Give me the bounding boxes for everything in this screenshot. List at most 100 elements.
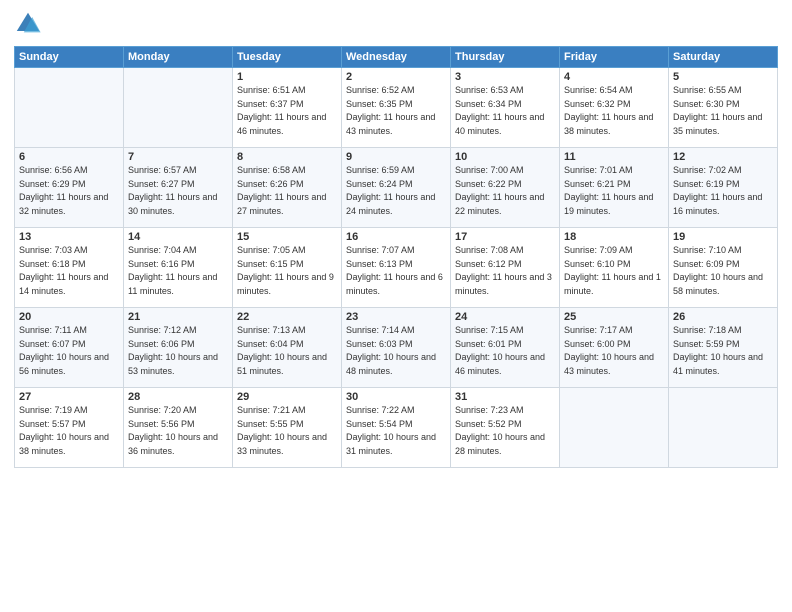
- calendar-week-row: 1Sunrise: 6:51 AM Sunset: 6:37 PM Daylig…: [15, 68, 778, 148]
- calendar-cell: 29Sunrise: 7:21 AM Sunset: 5:55 PM Dayli…: [233, 388, 342, 468]
- calendar-cell: 27Sunrise: 7:19 AM Sunset: 5:57 PM Dayli…: [15, 388, 124, 468]
- calendar-week-row: 13Sunrise: 7:03 AM Sunset: 6:18 PM Dayli…: [15, 228, 778, 308]
- weekday-header-row: SundayMondayTuesdayWednesdayThursdayFrid…: [15, 47, 778, 68]
- calendar-cell: 21Sunrise: 7:12 AM Sunset: 6:06 PM Dayli…: [124, 308, 233, 388]
- day-number: 17: [455, 231, 555, 243]
- header: [14, 10, 778, 38]
- day-number: 19: [673, 231, 773, 243]
- calendar-cell: 28Sunrise: 7:20 AM Sunset: 5:56 PM Dayli…: [124, 388, 233, 468]
- calendar-cell: 6Sunrise: 6:56 AM Sunset: 6:29 PM Daylig…: [15, 148, 124, 228]
- calendar-cell: 25Sunrise: 7:17 AM Sunset: 6:00 PM Dayli…: [560, 308, 669, 388]
- day-number: 25: [564, 311, 664, 323]
- day-number: 29: [237, 391, 337, 403]
- calendar-cell: [669, 388, 778, 468]
- day-info: Sunrise: 7:09 AM Sunset: 6:10 PM Dayligh…: [564, 244, 664, 298]
- day-number: 7: [128, 151, 228, 163]
- calendar-week-row: 27Sunrise: 7:19 AM Sunset: 5:57 PM Dayli…: [15, 388, 778, 468]
- day-info: Sunrise: 7:15 AM Sunset: 6:01 PM Dayligh…: [455, 324, 555, 378]
- calendar-cell: 9Sunrise: 6:59 AM Sunset: 6:24 PM Daylig…: [342, 148, 451, 228]
- calendar-cell: 23Sunrise: 7:14 AM Sunset: 6:03 PM Dayli…: [342, 308, 451, 388]
- calendar-cell: 18Sunrise: 7:09 AM Sunset: 6:10 PM Dayli…: [560, 228, 669, 308]
- calendar-cell: 11Sunrise: 7:01 AM Sunset: 6:21 PM Dayli…: [560, 148, 669, 228]
- calendar-cell: 19Sunrise: 7:10 AM Sunset: 6:09 PM Dayli…: [669, 228, 778, 308]
- day-info: Sunrise: 7:01 AM Sunset: 6:21 PM Dayligh…: [564, 164, 664, 218]
- weekday-header: Tuesday: [233, 47, 342, 68]
- day-number: 16: [346, 231, 446, 243]
- day-number: 24: [455, 311, 555, 323]
- day-number: 18: [564, 231, 664, 243]
- day-number: 9: [346, 151, 446, 163]
- day-number: 10: [455, 151, 555, 163]
- weekday-header: Thursday: [451, 47, 560, 68]
- day-number: 14: [128, 231, 228, 243]
- day-number: 4: [564, 71, 664, 83]
- calendar-cell: 14Sunrise: 7:04 AM Sunset: 6:16 PM Dayli…: [124, 228, 233, 308]
- calendar-cell: [560, 388, 669, 468]
- day-number: 11: [564, 151, 664, 163]
- day-info: Sunrise: 7:17 AM Sunset: 6:00 PM Dayligh…: [564, 324, 664, 378]
- day-info: Sunrise: 6:59 AM Sunset: 6:24 PM Dayligh…: [346, 164, 446, 218]
- day-number: 8: [237, 151, 337, 163]
- day-number: 28: [128, 391, 228, 403]
- calendar-header: SundayMondayTuesdayWednesdayThursdayFrid…: [15, 47, 778, 68]
- day-number: 27: [19, 391, 119, 403]
- day-info: Sunrise: 7:08 AM Sunset: 6:12 PM Dayligh…: [455, 244, 555, 298]
- day-info: Sunrise: 7:07 AM Sunset: 6:13 PM Dayligh…: [346, 244, 446, 298]
- calendar-cell: 24Sunrise: 7:15 AM Sunset: 6:01 PM Dayli…: [451, 308, 560, 388]
- calendar-cell: 22Sunrise: 7:13 AM Sunset: 6:04 PM Dayli…: [233, 308, 342, 388]
- day-info: Sunrise: 7:10 AM Sunset: 6:09 PM Dayligh…: [673, 244, 773, 298]
- day-info: Sunrise: 6:57 AM Sunset: 6:27 PM Dayligh…: [128, 164, 228, 218]
- day-info: Sunrise: 7:14 AM Sunset: 6:03 PM Dayligh…: [346, 324, 446, 378]
- day-number: 5: [673, 71, 773, 83]
- calendar-cell: 26Sunrise: 7:18 AM Sunset: 5:59 PM Dayli…: [669, 308, 778, 388]
- day-info: Sunrise: 6:56 AM Sunset: 6:29 PM Dayligh…: [19, 164, 119, 218]
- calendar-cell: 8Sunrise: 6:58 AM Sunset: 6:26 PM Daylig…: [233, 148, 342, 228]
- day-info: Sunrise: 7:20 AM Sunset: 5:56 PM Dayligh…: [128, 404, 228, 458]
- day-number: 3: [455, 71, 555, 83]
- calendar-cell: 31Sunrise: 7:23 AM Sunset: 5:52 PM Dayli…: [451, 388, 560, 468]
- day-number: 26: [673, 311, 773, 323]
- day-info: Sunrise: 7:04 AM Sunset: 6:16 PM Dayligh…: [128, 244, 228, 298]
- day-number: 12: [673, 151, 773, 163]
- logo: [14, 10, 44, 38]
- day-info: Sunrise: 7:18 AM Sunset: 5:59 PM Dayligh…: [673, 324, 773, 378]
- day-info: Sunrise: 6:58 AM Sunset: 6:26 PM Dayligh…: [237, 164, 337, 218]
- day-info: Sunrise: 6:52 AM Sunset: 6:35 PM Dayligh…: [346, 84, 446, 138]
- day-info: Sunrise: 7:02 AM Sunset: 6:19 PM Dayligh…: [673, 164, 773, 218]
- day-info: Sunrise: 6:54 AM Sunset: 6:32 PM Dayligh…: [564, 84, 664, 138]
- day-info: Sunrise: 7:19 AM Sunset: 5:57 PM Dayligh…: [19, 404, 119, 458]
- weekday-header: Saturday: [669, 47, 778, 68]
- calendar-cell: 7Sunrise: 6:57 AM Sunset: 6:27 PM Daylig…: [124, 148, 233, 228]
- day-info: Sunrise: 6:55 AM Sunset: 6:30 PM Dayligh…: [673, 84, 773, 138]
- calendar-cell: 17Sunrise: 7:08 AM Sunset: 6:12 PM Dayli…: [451, 228, 560, 308]
- day-info: Sunrise: 7:22 AM Sunset: 5:54 PM Dayligh…: [346, 404, 446, 458]
- day-number: 22: [237, 311, 337, 323]
- logo-icon: [14, 10, 42, 38]
- page-container: SundayMondayTuesdayWednesdayThursdayFrid…: [0, 0, 792, 478]
- calendar-cell: 1Sunrise: 6:51 AM Sunset: 6:37 PM Daylig…: [233, 68, 342, 148]
- calendar-cell: 30Sunrise: 7:22 AM Sunset: 5:54 PM Dayli…: [342, 388, 451, 468]
- day-info: Sunrise: 7:13 AM Sunset: 6:04 PM Dayligh…: [237, 324, 337, 378]
- day-number: 20: [19, 311, 119, 323]
- calendar-cell: 3Sunrise: 6:53 AM Sunset: 6:34 PM Daylig…: [451, 68, 560, 148]
- weekday-header: Monday: [124, 47, 233, 68]
- calendar-week-row: 6Sunrise: 6:56 AM Sunset: 6:29 PM Daylig…: [15, 148, 778, 228]
- day-info: Sunrise: 6:51 AM Sunset: 6:37 PM Dayligh…: [237, 84, 337, 138]
- day-number: 2: [346, 71, 446, 83]
- calendar-table: SundayMondayTuesdayWednesdayThursdayFrid…: [14, 46, 778, 468]
- calendar-cell: 13Sunrise: 7:03 AM Sunset: 6:18 PM Dayli…: [15, 228, 124, 308]
- day-number: 1: [237, 71, 337, 83]
- day-info: Sunrise: 7:21 AM Sunset: 5:55 PM Dayligh…: [237, 404, 337, 458]
- day-info: Sunrise: 7:03 AM Sunset: 6:18 PM Dayligh…: [19, 244, 119, 298]
- day-info: Sunrise: 7:00 AM Sunset: 6:22 PM Dayligh…: [455, 164, 555, 218]
- calendar-cell: 10Sunrise: 7:00 AM Sunset: 6:22 PM Dayli…: [451, 148, 560, 228]
- weekday-header: Wednesday: [342, 47, 451, 68]
- calendar-cell: [124, 68, 233, 148]
- day-number: 6: [19, 151, 119, 163]
- day-number: 15: [237, 231, 337, 243]
- calendar-week-row: 20Sunrise: 7:11 AM Sunset: 6:07 PM Dayli…: [15, 308, 778, 388]
- day-info: Sunrise: 7:12 AM Sunset: 6:06 PM Dayligh…: [128, 324, 228, 378]
- weekday-header: Friday: [560, 47, 669, 68]
- calendar-cell: 2Sunrise: 6:52 AM Sunset: 6:35 PM Daylig…: [342, 68, 451, 148]
- day-info: Sunrise: 6:53 AM Sunset: 6:34 PM Dayligh…: [455, 84, 555, 138]
